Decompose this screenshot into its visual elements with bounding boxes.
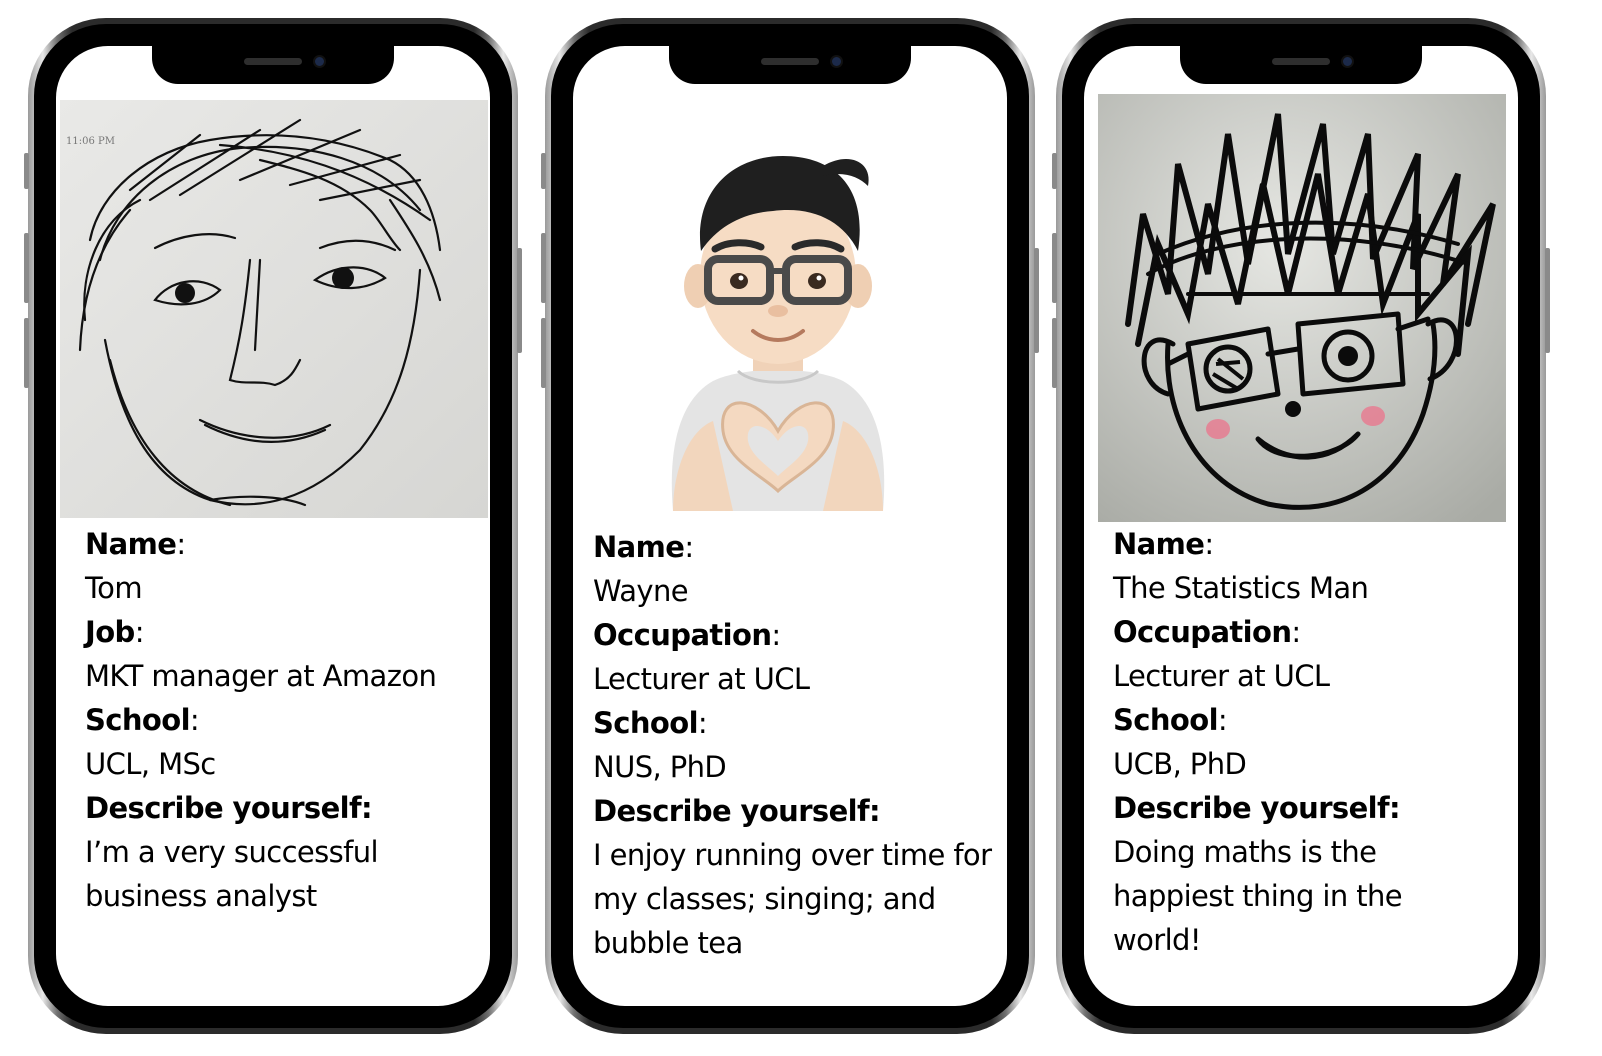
volume-down-button bbox=[541, 318, 546, 388]
mute-switch bbox=[1052, 153, 1057, 189]
field-name-value: Tom bbox=[85, 571, 143, 605]
volume-up-button bbox=[24, 233, 29, 303]
field-describe-label: Describe yourself: bbox=[593, 794, 881, 828]
speaker-grille bbox=[244, 58, 302, 65]
phone-screen: Name: Wayne Occupation: Lecturer at UCL … bbox=[573, 46, 1007, 1006]
volume-up-button bbox=[541, 233, 546, 303]
speaker-grille bbox=[761, 58, 819, 65]
volume-down-button bbox=[24, 318, 29, 388]
field-name-label: Name: bbox=[85, 527, 186, 561]
phone-frame-1: 11:06 PM Name: Tom Job: MKT manager at A… bbox=[24, 18, 522, 1034]
profile-photo: 11:06 PM bbox=[60, 100, 488, 518]
mute-switch bbox=[541, 153, 546, 189]
phone-bezel: Name: Wayne Occupation: Lecturer at UCL … bbox=[551, 24, 1029, 1028]
profile-details: Name: Wayne Occupation: Lecturer at UCL … bbox=[593, 525, 1007, 965]
field-occupation-label: Occupation: bbox=[1113, 615, 1301, 649]
field-job-value: MKT manager at Amazon bbox=[85, 659, 437, 693]
phone-screen: Name: The Statistics Man Occupation: Lec… bbox=[1084, 46, 1518, 1006]
phone-bezel: Name: The Statistics Man Occupation: Lec… bbox=[1062, 24, 1540, 1028]
sketch-portrait-statistics-man bbox=[1098, 94, 1506, 522]
field-occupation-value: Lecturer at UCL bbox=[593, 662, 810, 696]
field-school-value: NUS, PhD bbox=[593, 750, 727, 784]
notch bbox=[152, 46, 394, 84]
field-name-label: Name: bbox=[593, 530, 694, 564]
sketch-portrait-tom: 11:06 PM bbox=[60, 100, 488, 518]
mute-switch bbox=[24, 153, 29, 189]
field-occupation-label: Occupation: bbox=[593, 618, 781, 652]
front-camera-icon bbox=[315, 57, 324, 66]
phone-screen: 11:06 PM Name: Tom Job: MKT manager at A… bbox=[56, 46, 490, 1006]
profile-avatar bbox=[653, 131, 903, 511]
field-school-value: UCB, PhD bbox=[1113, 747, 1247, 781]
field-job-label: Job: bbox=[85, 615, 144, 649]
field-name-value: Wayne bbox=[593, 574, 689, 608]
volume-up-button bbox=[1052, 233, 1057, 303]
phone-bezel: 11:06 PM Name: Tom Job: MKT manager at A… bbox=[34, 24, 512, 1028]
volume-down-button bbox=[1052, 318, 1057, 388]
profile-details: Name: The Statistics Man Occupation: Lec… bbox=[1113, 522, 1518, 962]
phone-frame-2: Name: Wayne Occupation: Lecturer at UCL … bbox=[541, 18, 1039, 1034]
field-school-label: School: bbox=[85, 703, 200, 737]
phone-frame-3: Name: The Statistics Man Occupation: Lec… bbox=[1052, 18, 1550, 1034]
field-school-label: School: bbox=[593, 706, 708, 740]
notch bbox=[669, 46, 911, 84]
field-describe-value: Doing maths is the happiest thing in the… bbox=[1113, 835, 1403, 957]
power-button bbox=[1034, 248, 1039, 353]
photo-timestamp: 11:06 PM bbox=[66, 136, 115, 147]
profile-photo bbox=[1098, 94, 1506, 522]
field-describe-value: I enjoy running over time for my classes… bbox=[593, 838, 992, 960]
field-school-label: School: bbox=[1113, 703, 1228, 737]
field-name-label: Name: bbox=[1113, 527, 1214, 561]
field-describe-label: Describe yourself: bbox=[1113, 791, 1401, 825]
notch bbox=[1180, 46, 1422, 84]
power-button bbox=[1545, 248, 1550, 353]
front-camera-icon bbox=[1343, 57, 1352, 66]
profile-details: Name: Tom Job: MKT manager at Amazon Sch… bbox=[85, 522, 490, 918]
field-describe-label: Describe yourself: bbox=[85, 791, 373, 825]
power-button bbox=[517, 248, 522, 353]
field-describe-value: I’m a very successful business analyst bbox=[85, 835, 379, 913]
speaker-grille bbox=[1272, 58, 1330, 65]
field-name-value: The Statistics Man bbox=[1113, 571, 1369, 605]
field-school-value: UCL, MSc bbox=[85, 747, 216, 781]
memoji-avatar-wayne bbox=[671, 156, 885, 511]
field-occupation-value: Lecturer at UCL bbox=[1113, 659, 1330, 693]
front-camera-icon bbox=[832, 57, 841, 66]
